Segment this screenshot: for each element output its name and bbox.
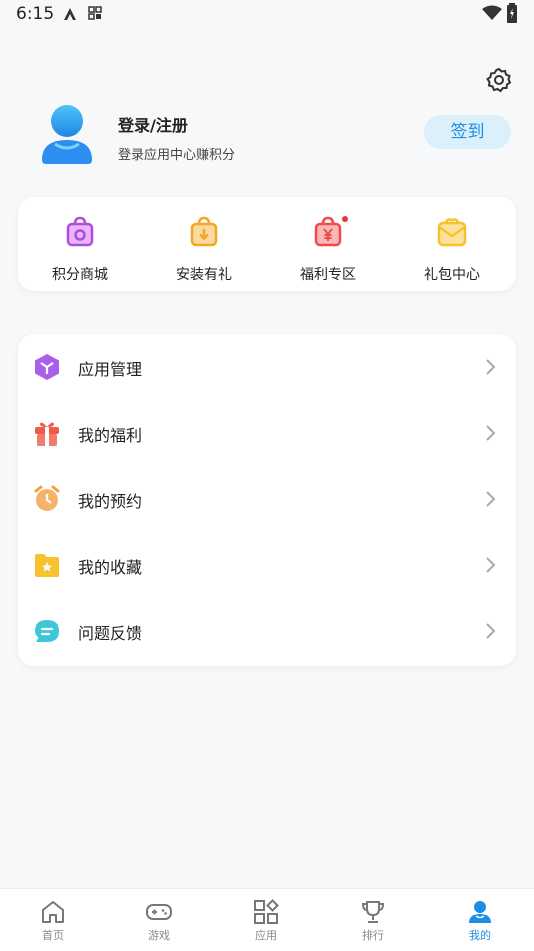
tab-label: 首页 (42, 929, 64, 942)
chevron-right-icon (486, 491, 496, 507)
gamepad-icon (146, 904, 172, 920)
menu-item-app-management[interactable]: 应用管理 (18, 334, 516, 400)
chat-bubble-icon (35, 620, 59, 642)
menu-card: 应用管理 我的福利 我的预约 我的收藏 问题反馈 (18, 334, 516, 666)
gift-envelope-icon (437, 218, 467, 247)
notification-a-icon (64, 8, 76, 20)
home-icon (42, 901, 64, 923)
menu-item-my-favorites[interactable]: 我的收藏 (18, 532, 516, 598)
menu-label: 我的预约 (78, 492, 143, 511)
menu-item-my-reservations[interactable]: 我的预约 (18, 466, 516, 532)
quick-action-label: 积分商城 (52, 267, 108, 283)
apps-grid-icon (254, 899, 279, 924)
menu-item-feedback[interactable]: 问题反馈 (18, 598, 516, 664)
quick-actions-card: 积分商城 安装有礼 福利专区 礼包中心 (18, 197, 516, 291)
tab-label: 游戏 (148, 929, 170, 942)
login-register-title[interactable]: 登录/注册 (118, 112, 188, 136)
gift-icon (35, 422, 59, 446)
menu-label: 我的收藏 (78, 558, 143, 577)
status-time: 6:15 (16, 4, 55, 24)
chevron-right-icon (486, 425, 496, 441)
quick-action-label: 礼包中心 (424, 267, 480, 283)
profile-icon (469, 901, 491, 923)
quick-action-label: 安装有礼 (176, 267, 232, 283)
cube-icon (35, 354, 59, 380)
tab-apps[interactable]: 应用 (213, 889, 319, 951)
chevron-right-icon (486, 359, 496, 375)
quick-action-welfare-zone[interactable]: 福利专区 (266, 197, 390, 291)
status-bar: 6:15 (0, 0, 534, 28)
tab-label: 应用 (255, 929, 277, 942)
tab-games[interactable]: 游戏 (106, 889, 212, 951)
tab-home[interactable]: 首页 (0, 889, 106, 951)
menu-label: 我的福利 (78, 426, 143, 445)
tab-rankings[interactable]: 排行 (320, 889, 426, 951)
tab-label: 排行 (362, 929, 384, 942)
menu-label: 应用管理 (78, 360, 143, 379)
gear-icon[interactable] (486, 67, 512, 93)
tab-label: 我的 (469, 929, 491, 942)
menu-item-my-welfare[interactable]: 我的福利 (18, 400, 516, 466)
shopping-bag-icon (66, 216, 94, 247)
checkin-button[interactable]: 签到 (424, 115, 511, 149)
quick-action-gift-center[interactable]: 礼包中心 (390, 197, 514, 291)
notification-grid-icon (88, 6, 102, 20)
chevron-right-icon (486, 557, 496, 573)
menu-label: 问题反馈 (78, 624, 143, 643)
quick-action-label: 福利专区 (300, 267, 356, 283)
star-folder-icon (35, 554, 59, 577)
bottom-tab-bar: 首页 游戏 应用 排行 我的 (0, 888, 534, 951)
install-bag-icon (190, 216, 218, 247)
quick-action-install-gift[interactable]: 安装有礼 (142, 197, 266, 291)
user-avatar-icon[interactable] (40, 104, 94, 164)
login-subtitle: 登录应用中心赚积分 (118, 148, 236, 163)
trophy-icon (361, 901, 385, 923)
battery-icon (507, 3, 517, 23)
wifi-icon (482, 5, 502, 20)
alarm-clock-icon (34, 485, 60, 511)
chevron-right-icon (486, 623, 496, 639)
quick-action-points-mall[interactable]: 积分商城 (18, 197, 142, 291)
yuan-bag-icon (314, 216, 348, 247)
tab-mine[interactable]: 我的 (427, 889, 533, 951)
